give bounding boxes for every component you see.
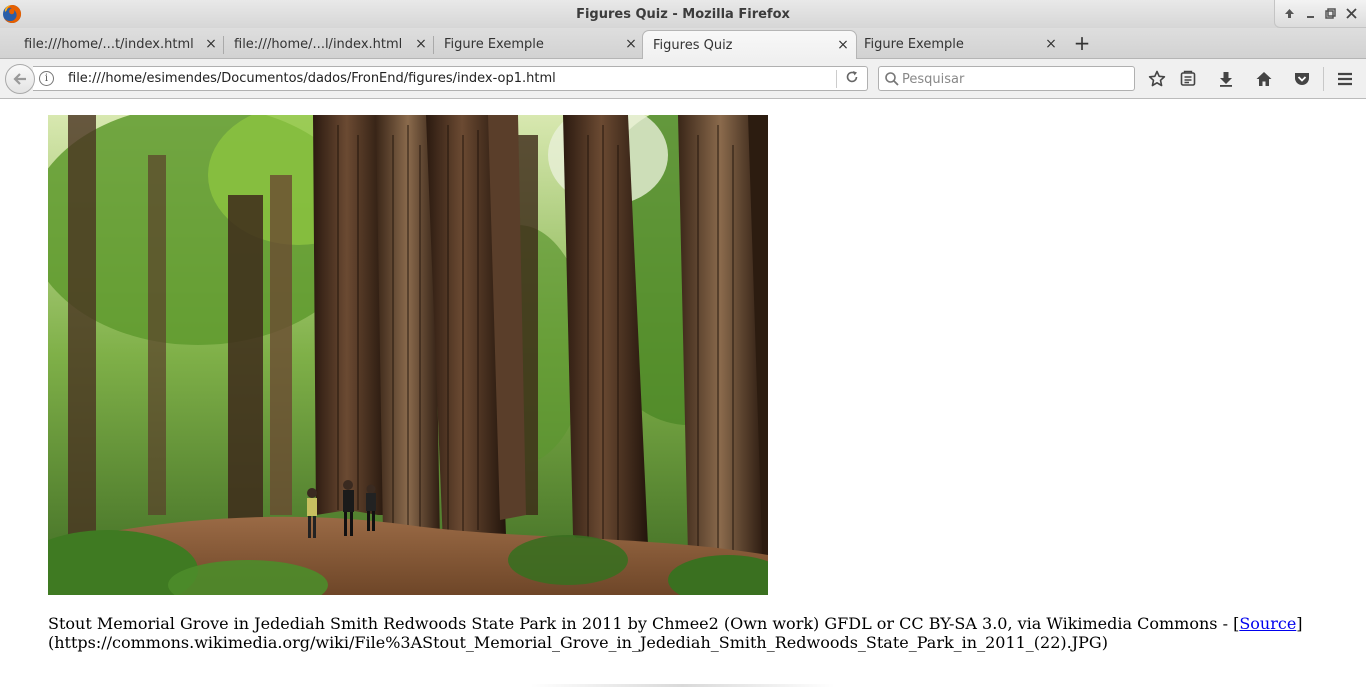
caption-bracket: ]: [1296, 614, 1303, 633]
tab-close-icon[interactable]: ×: [836, 38, 850, 52]
urlbar-divider: [836, 70, 837, 88]
tab-close-icon[interactable]: ×: [204, 37, 218, 51]
tab-label: Figure Exemple: [444, 37, 544, 52]
hamburger-menu-icon[interactable]: [1334, 68, 1356, 90]
window-controls: [1274, 0, 1366, 28]
back-arrow-icon: [13, 73, 26, 85]
tab-index-1[interactable]: file:///home/...t/index.html ×: [14, 30, 224, 59]
reload-icon[interactable]: [843, 70, 861, 88]
tab-close-icon[interactable]: ×: [414, 37, 428, 51]
toolbar-separator: [1323, 67, 1324, 91]
pocket-icon[interactable]: [1291, 68, 1313, 90]
tab-index-2[interactable]: file:///home/...l/index.html ×: [224, 30, 434, 59]
bookmark-star-icon[interactable]: [1146, 68, 1168, 90]
tab-close-icon[interactable]: ×: [1044, 37, 1058, 51]
up-icon[interactable]: [1281, 6, 1297, 22]
tab-label: Figures Quiz: [653, 38, 733, 53]
tab-figures-quiz[interactable]: Figures Quiz ×: [642, 30, 857, 60]
tab-close-icon[interactable]: ×: [624, 37, 638, 51]
source-link[interactable]: Source: [1239, 614, 1296, 633]
navigation-toolbar: i file:///home/esimendes/Documentos/dado…: [0, 59, 1366, 99]
caption-text: Stout Memorial Grove in Jedediah Smith R…: [48, 614, 1240, 633]
tab-figure-exemple-2[interactable]: Figure Exemple ×: [854, 30, 1064, 59]
restore-icon[interactable]: [1323, 6, 1339, 22]
download-icon[interactable]: [1215, 68, 1237, 90]
home-icon[interactable]: [1253, 68, 1275, 90]
new-tab-button[interactable]: +: [1071, 33, 1093, 55]
figure-caption: Stout Memorial Grove in Jedediah Smith R…: [48, 614, 1348, 652]
window-titlebar: Figures Quiz - Mozilla Firefox: [0, 0, 1366, 28]
tab-figure-exemple-1[interactable]: Figure Exemple ×: [434, 30, 644, 59]
tab-label: Figure Exemple: [864, 37, 964, 52]
back-button[interactable]: [5, 64, 35, 94]
tab-label: file:///home/...t/index.html: [24, 37, 194, 52]
url-text[interactable]: file:///home/esimendes/Documentos/dados/…: [68, 71, 556, 86]
firefox-logo-icon: [3, 4, 22, 23]
close-icon[interactable]: [1344, 6, 1360, 22]
page-content: Stout Memorial Grove in Jedediah Smith R…: [0, 100, 1366, 687]
reading-list-icon[interactable]: [1177, 68, 1199, 90]
tab-strip: file:///home/...t/index.html × file:///h…: [0, 28, 1366, 60]
url-bar[interactable]: i file:///home/esimendes/Documentos/dado…: [33, 66, 868, 91]
caption-url: (https://commons.wikimedia.org/wiki/File…: [48, 633, 1108, 652]
window-title: Figures Quiz - Mozilla Firefox: [576, 6, 790, 22]
tab-label: file:///home/...l/index.html: [234, 37, 403, 52]
search-input[interactable]: [902, 70, 1127, 88]
info-icon[interactable]: i: [39, 71, 54, 86]
redwood-forest-photo: [48, 115, 768, 595]
search-bar[interactable]: [878, 66, 1135, 91]
search-icon: [885, 72, 899, 86]
minimize-icon[interactable]: [1302, 6, 1318, 22]
